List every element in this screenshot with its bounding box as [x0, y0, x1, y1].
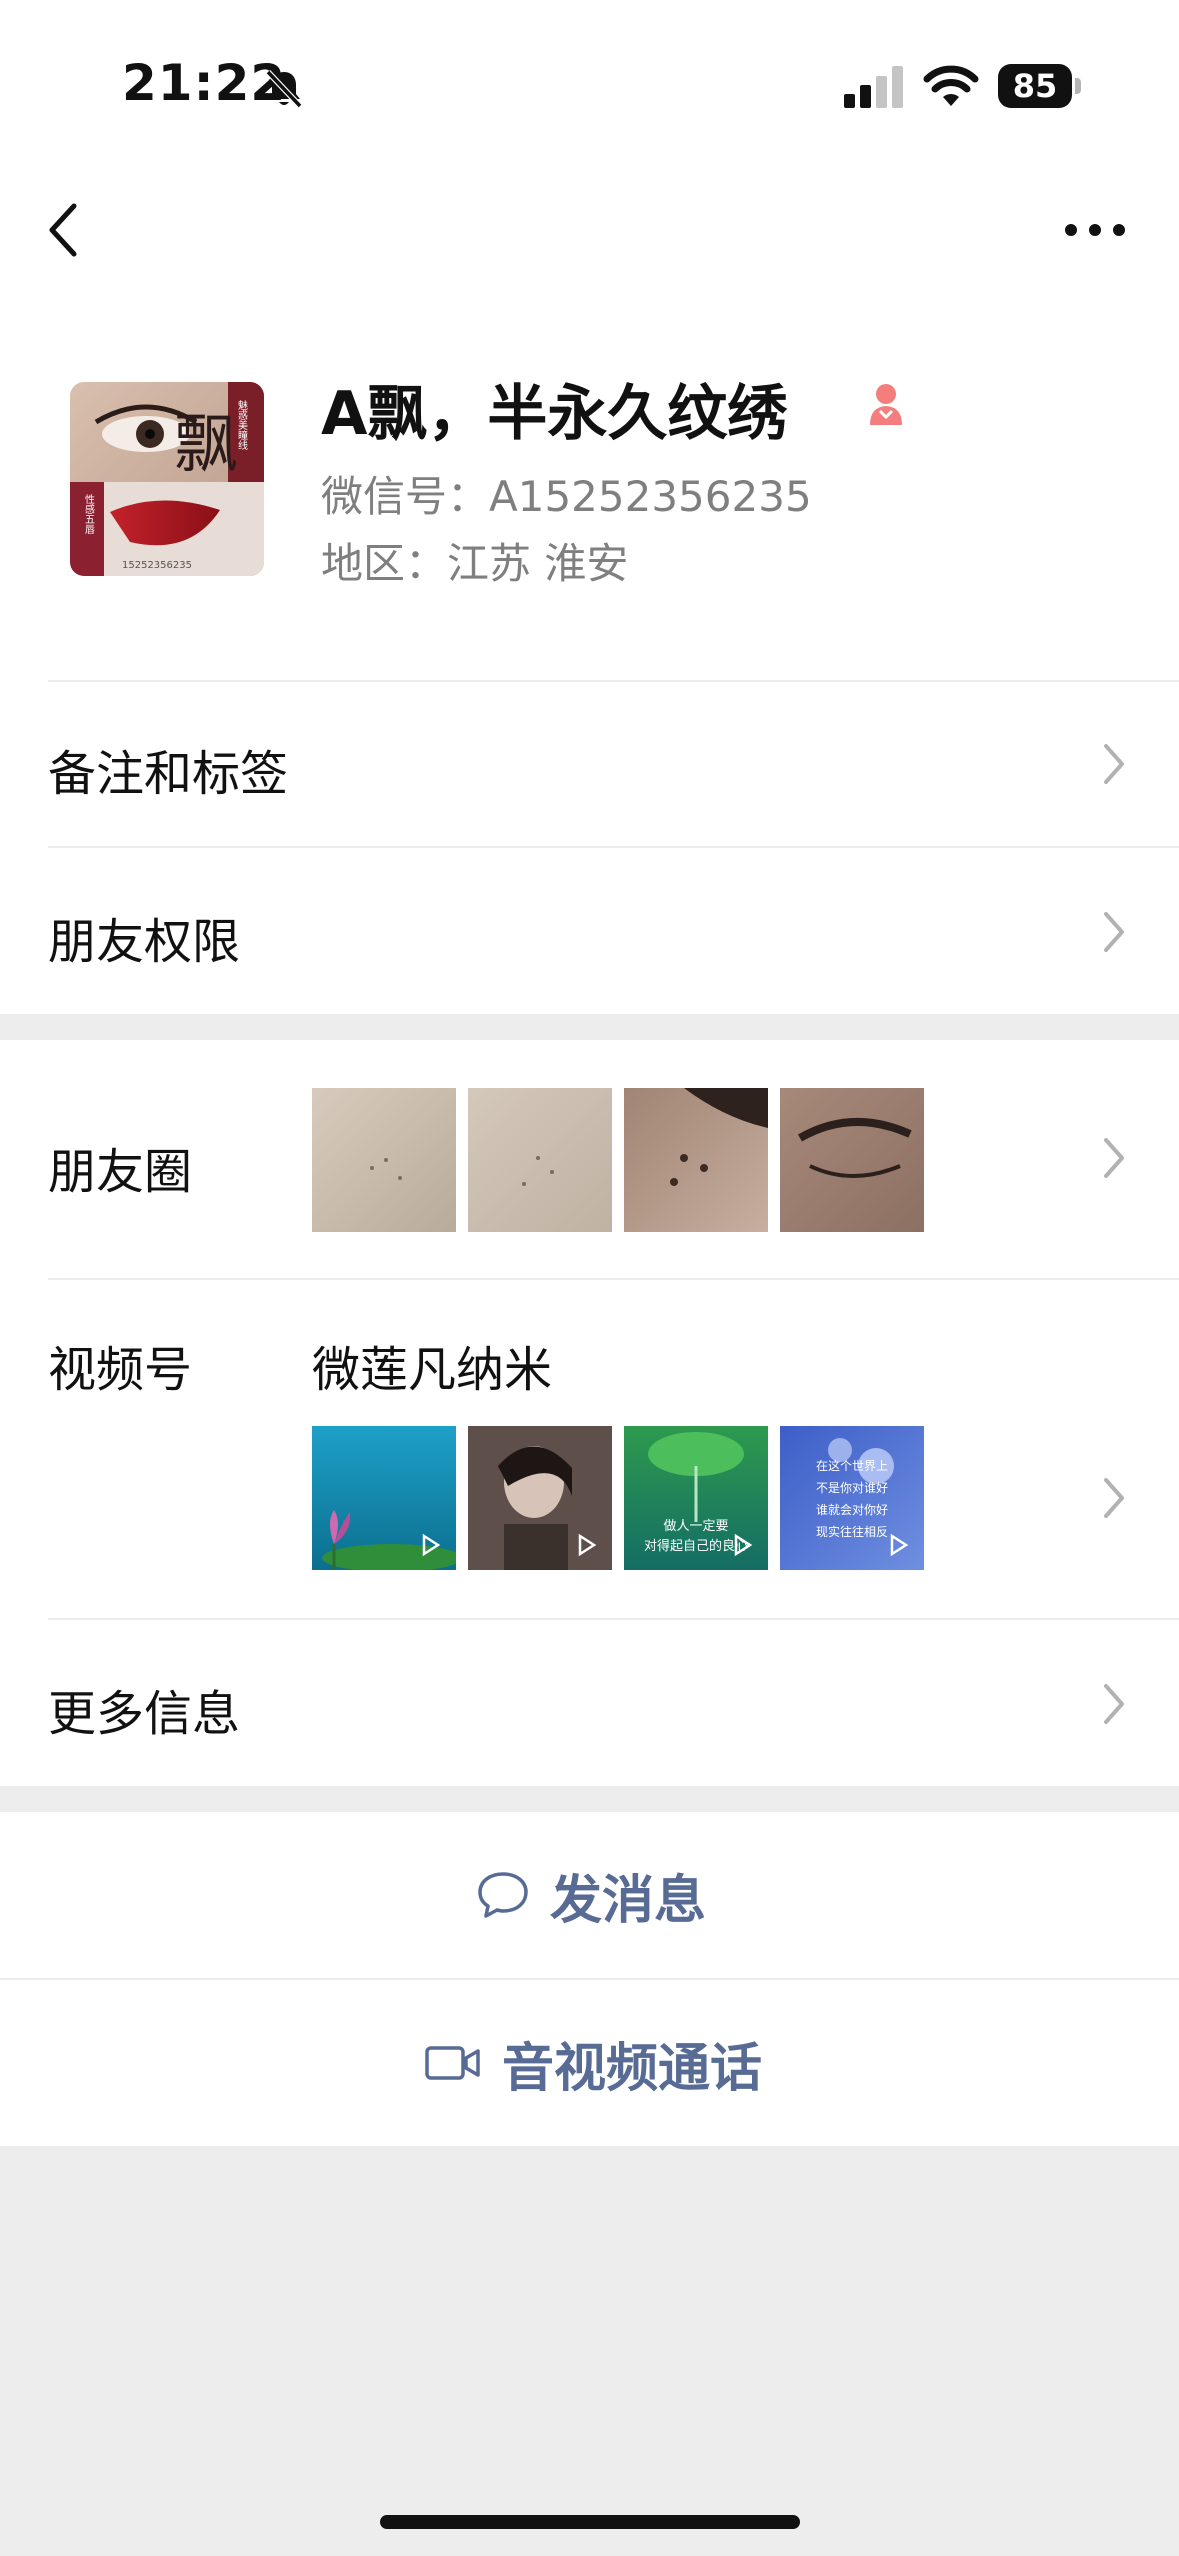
- nav-bar: [0, 170, 1179, 290]
- friend-permissions-label: 朋友权限: [48, 914, 241, 970]
- chevron-right-icon: [1104, 1684, 1124, 1724]
- moments-photo: [780, 1088, 924, 1232]
- avatar-phone: 15252356235: [122, 560, 192, 571]
- moments-label: 朋友圈: [48, 1144, 193, 1200]
- video-camera-icon: [425, 2046, 480, 2080]
- avatar[interactable]: 飘 魅惑美瞳线 性感五唇 15252356235: [70, 382, 264, 576]
- video-caption-line3: 谁就会对你好: [816, 1503, 888, 1517]
- chevron-right-icon: [1104, 1138, 1124, 1178]
- channel-video-thumb: [312, 1426, 456, 1570]
- channel-video-thumb: [468, 1426, 612, 1570]
- video-caption-line1: 做人一定要: [663, 1519, 728, 1534]
- avatar-image: 飘 魅惑美瞳线 性感五唇 15252356235: [70, 382, 264, 576]
- home-indicator[interactable]: [380, 2515, 800, 2529]
- more-info-label: 更多信息: [48, 1686, 241, 1742]
- remarks-tags-row[interactable]: 备注和标签: [0, 682, 1179, 846]
- moments-photo: [312, 1088, 456, 1232]
- avatar-text-bottom: 性感五唇: [83, 493, 95, 535]
- status-bar: 21:22 85: [0, 0, 1179, 170]
- chevron-right-icon: [1104, 744, 1124, 784]
- channels-label: 视频号: [48, 1342, 193, 1398]
- channels-row[interactable]: 视频号 微莲凡纳米 做人一定要对得起自己的良心 在这个世界上 不是你对谁好 谁就会对…: [0, 1280, 1179, 1618]
- remarks-tags-label: 备注和标签: [48, 746, 289, 802]
- cellular-signal-icon: [844, 66, 903, 108]
- profile-header: 飘 魅惑美瞳线 性感五唇 15252356235 A飘，半永久纹绣 微信号：A1…: [0, 355, 1179, 605]
- display-name: A飘，半永久纹绣: [321, 379, 788, 449]
- more-info-row[interactable]: 更多信息: [0, 1620, 1179, 1786]
- send-message-label: 发消息: [550, 1870, 707, 1931]
- chevron-right-icon: [1104, 912, 1124, 952]
- bell-off-icon: [265, 69, 303, 109]
- region: 地区：江苏 淮安: [321, 539, 629, 588]
- back-icon[interactable]: [30, 194, 102, 266]
- friend-permissions-row[interactable]: 朋友权限: [0, 848, 1179, 1014]
- video-caption-line4: 现实往往相反: [816, 1524, 888, 1539]
- chat-bubble-icon: [478, 1872, 528, 1918]
- female-gender-icon: [870, 384, 902, 425]
- avatar-char: 飘: [174, 408, 238, 482]
- chevron-right-icon: [1104, 1478, 1124, 1518]
- avatar-text-top: 魅惑美瞳线: [236, 399, 248, 450]
- channel-video-thumb: 做人一定要对得起自己的良心: [624, 1426, 768, 1570]
- av-call-label: 音视频通话: [502, 2038, 763, 2099]
- moments-photo: [468, 1088, 612, 1232]
- av-call-button[interactable]: 音视频通话: [0, 1980, 1179, 2146]
- battery-level: 85: [998, 64, 1072, 108]
- battery-cap: [1075, 78, 1081, 94]
- channel-name: 微莲凡纳米: [312, 1342, 553, 1398]
- wifi-icon: [923, 65, 979, 106]
- moments-row[interactable]: 朋友圈: [0, 1040, 1179, 1278]
- video-caption-line1: 在这个世界上: [816, 1458, 888, 1473]
- video-caption-line2: 不是你对谁好: [816, 1481, 888, 1495]
- send-message-button[interactable]: 发消息: [0, 1812, 1179, 1978]
- media-section: 朋友圈 视频号 微莲凡纳米 做人一定要 对得起自己的良心 在这个世界上 不是你对…: [0, 1040, 1179, 1786]
- more-options-icon[interactable]: [1055, 194, 1135, 266]
- channel-video-thumb: 在这个世界上 不是你对谁好 谁就会对你好 现实往往相反: [780, 1426, 924, 1570]
- moments-photo: [624, 1088, 768, 1232]
- battery-indicator: 85: [998, 64, 1082, 108]
- video-caption-line2: 对得起自己的良心: [644, 1538, 748, 1554]
- wechat-id[interactable]: 微信号：A15252356235: [321, 463, 812, 524]
